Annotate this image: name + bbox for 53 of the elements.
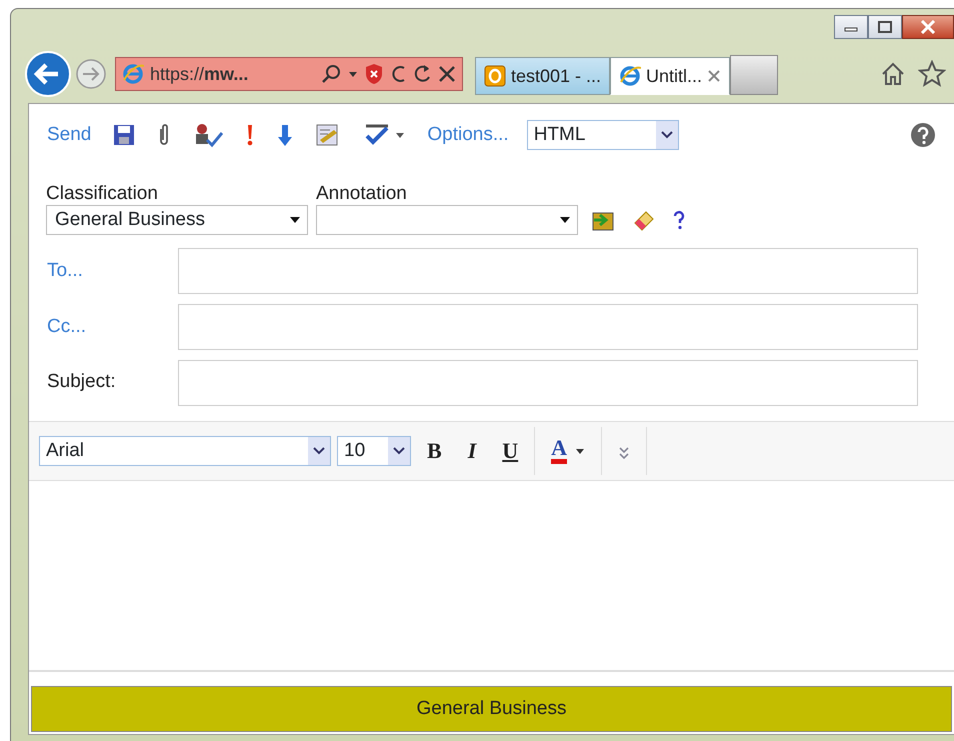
down-arrow-icon[interactable] xyxy=(277,123,294,147)
chevron-down-icon xyxy=(660,131,673,139)
classification-banner: General Business xyxy=(31,686,952,732)
close-icon[interactable] xyxy=(707,69,722,83)
minimize-button[interactable] xyxy=(834,15,868,39)
text-field[interactable] xyxy=(178,304,918,350)
font-dropdown[interactable]: Arial xyxy=(39,436,331,466)
browser-tab[interactable]: Untitl... xyxy=(610,57,730,95)
back-icon[interactable] xyxy=(25,51,71,97)
stop-icon[interactable] xyxy=(438,65,456,83)
font-size-dropdown[interactable]: 10 xyxy=(337,436,411,466)
chevron-down-icon xyxy=(313,446,325,455)
shield-error-icon[interactable] xyxy=(364,63,384,85)
caret-icon xyxy=(559,216,571,224)
ie-logo-icon xyxy=(619,64,642,88)
double-chevron-icon xyxy=(618,446,630,460)
search-icon[interactable] xyxy=(320,63,342,85)
home-icon[interactable] xyxy=(880,61,906,87)
bold-button[interactable]: B xyxy=(417,434,452,468)
ie-logo-icon xyxy=(122,62,144,86)
caret-icon[interactable] xyxy=(395,131,406,139)
format-dropdown[interactable]: HTML xyxy=(526,120,679,150)
close-button[interactable] xyxy=(902,15,954,39)
address-text: https://mw... xyxy=(150,62,250,86)
maximize-icon xyxy=(878,21,892,33)
field-label: Subject: xyxy=(47,372,116,394)
help-icon[interactable] xyxy=(910,122,936,148)
field-label: Classification xyxy=(46,184,159,205)
new-tab-button[interactable] xyxy=(730,55,778,95)
caret-icon xyxy=(289,216,301,224)
text-field[interactable] xyxy=(178,248,918,294)
browser-tab[interactable]: test001 - ... xyxy=(475,57,610,95)
check-names-icon[interactable] xyxy=(193,122,224,148)
text-field[interactable] xyxy=(178,360,918,406)
caret-icon[interactable] xyxy=(348,70,358,78)
send-link[interactable]: Send xyxy=(47,120,92,150)
star-icon[interactable] xyxy=(918,60,946,88)
close-icon xyxy=(920,20,936,34)
recipient-link[interactable]: Cc... xyxy=(47,312,86,342)
italic-button[interactable]: I xyxy=(458,434,486,468)
chevron-down-icon xyxy=(393,446,405,455)
options-link[interactable]: Options... xyxy=(427,120,509,150)
maximize-button[interactable] xyxy=(868,15,902,39)
recipient-link[interactable]: To... xyxy=(47,256,83,286)
field-label: Annotation xyxy=(316,184,408,205)
address-bar[interactable]: https://mw... xyxy=(115,57,463,91)
classification-dropdown[interactable]: General Business xyxy=(46,204,308,235)
underline-button[interactable]: U xyxy=(492,434,528,468)
outlook-icon xyxy=(484,65,506,87)
caret-icon xyxy=(575,446,586,455)
help-icon[interactable] xyxy=(672,208,686,231)
text-color-button[interactable]: A xyxy=(541,437,596,464)
save-icon[interactable] xyxy=(113,124,136,146)
